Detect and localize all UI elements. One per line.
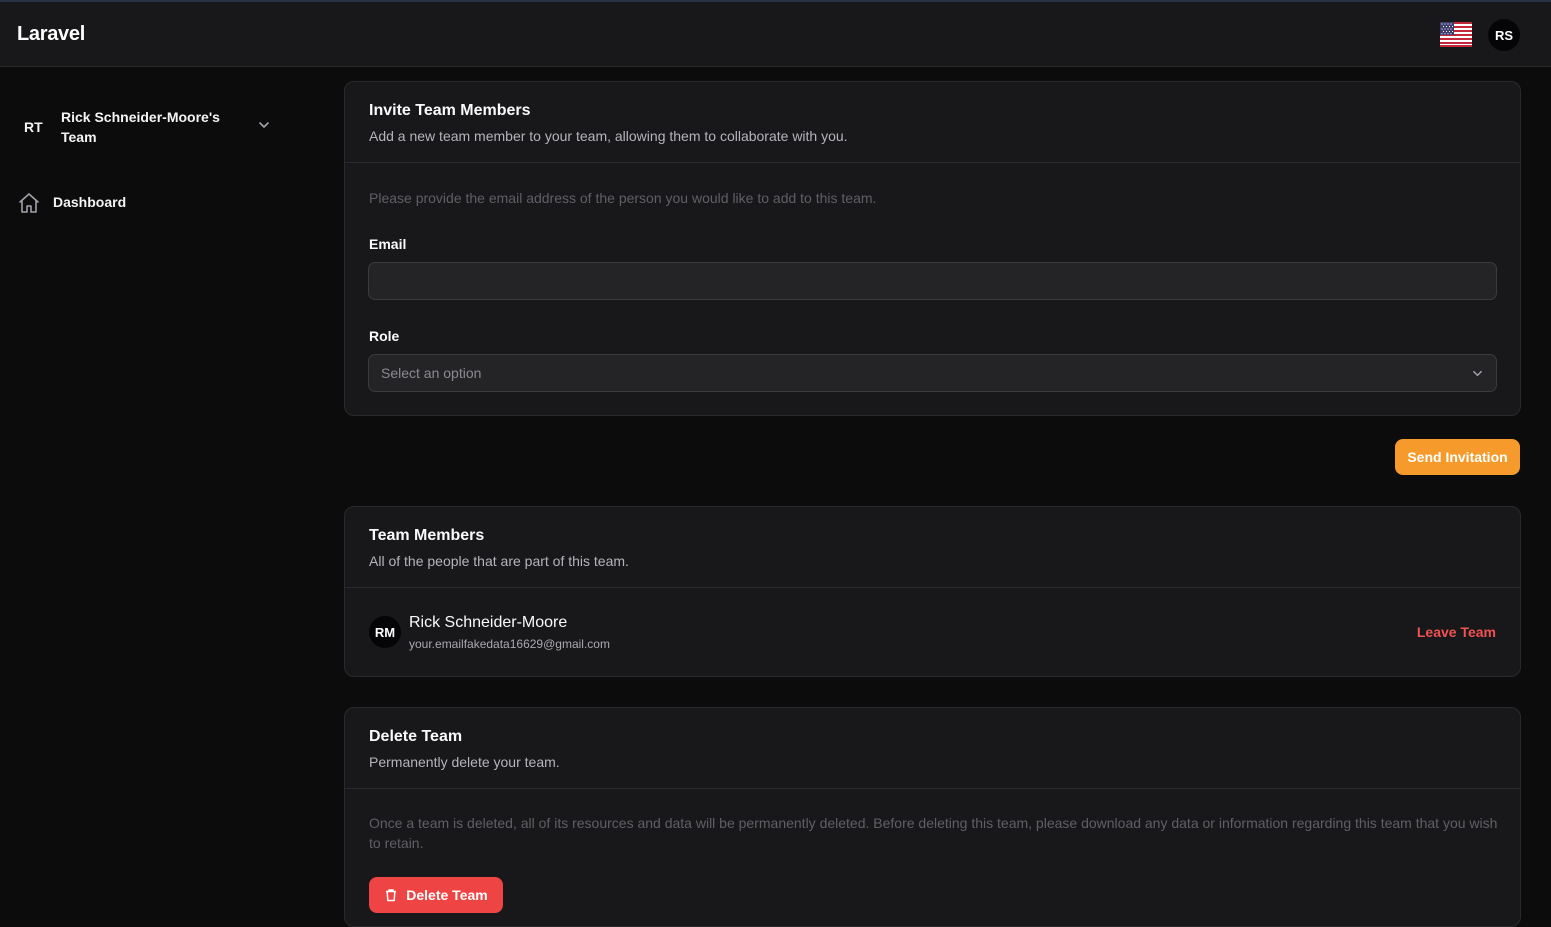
card-header: Delete Team Permanently delete your team… bbox=[345, 708, 1520, 789]
sidebar-item-dashboard[interactable]: Dashboard bbox=[17, 190, 287, 216]
chevron-down-icon bbox=[1473, 370, 1482, 377]
list-item: RM Rick Schneider-Moore your.emailfakeda… bbox=[345, 588, 1520, 677]
team-initials: RT bbox=[24, 119, 43, 135]
member-email: your.emailfakedata16629@gmail.com bbox=[409, 637, 610, 651]
delete-team-card: Delete Team Permanently delete your team… bbox=[344, 707, 1521, 927]
member-name: Rick Schneider-Moore bbox=[409, 614, 568, 631]
card-title: Invite Team Members bbox=[369, 102, 531, 119]
brand-logo[interactable]: Laravel bbox=[17, 23, 85, 46]
email-label: Email bbox=[369, 236, 407, 252]
user-avatar[interactable]: RS bbox=[1488, 19, 1520, 51]
delete-team-label: Delete Team bbox=[406, 887, 488, 903]
avatar: RM bbox=[369, 616, 401, 648]
invite-members-card: Invite Team Members Add a new team membe… bbox=[344, 81, 1521, 416]
role-select[interactable]: Select an option bbox=[368, 354, 1497, 392]
us-flag-icon[interactable] bbox=[1440, 22, 1472, 47]
leave-team-button[interactable]: Leave Team bbox=[1417, 624, 1496, 640]
invite-description: Please provide the email address of the … bbox=[369, 190, 877, 206]
chevron-down-icon bbox=[259, 122, 269, 128]
card-header: Invite Team Members Add a new team membe… bbox=[345, 82, 1520, 163]
card-title: Team Members bbox=[369, 527, 485, 544]
delete-team-button[interactable]: Delete Team bbox=[369, 877, 503, 913]
delete-description: Once a team is deleted, all of its resou… bbox=[369, 815, 1498, 851]
team-name: Rick Schneider-Moore's Team bbox=[61, 109, 220, 145]
role-label: Role bbox=[369, 328, 400, 344]
home-icon bbox=[19, 193, 39, 213]
team-members-card: Team Members All of the people that are … bbox=[344, 506, 1521, 677]
card-subtitle: All of the people that are part of this … bbox=[369, 553, 629, 569]
send-invitation-button[interactable]: Send Invitation bbox=[1395, 439, 1520, 475]
card-header: Team Members All of the people that are … bbox=[345, 507, 1520, 588]
role-select-value: Select an option bbox=[381, 365, 482, 381]
card-subtitle: Add a new team member to your team, allo… bbox=[369, 128, 848, 144]
sidebar-item-label: Dashboard bbox=[53, 194, 127, 210]
card-subtitle: Permanently delete your team. bbox=[369, 754, 560, 770]
card-title: Delete Team bbox=[369, 728, 463, 745]
team-switcher[interactable]: RT Rick Schneider-Moore's Team bbox=[18, 104, 282, 148]
email-field[interactable] bbox=[368, 262, 1497, 300]
top-navbar: Laravel RS bbox=[0, 2, 1551, 67]
